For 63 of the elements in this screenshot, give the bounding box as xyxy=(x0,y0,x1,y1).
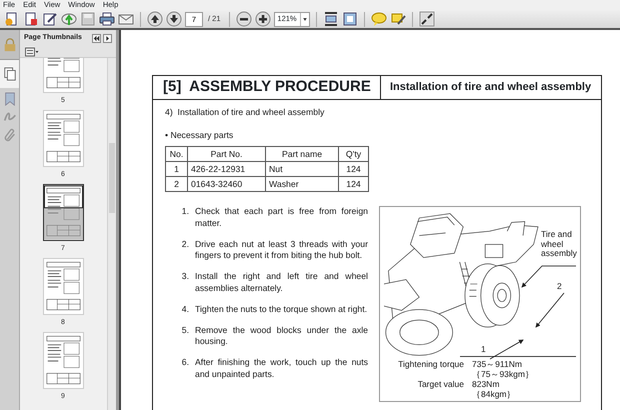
parts-label: • Necessary parts xyxy=(165,129,234,142)
step-number: 2. xyxy=(181,238,189,251)
table-cell: 124 xyxy=(338,162,368,177)
table-cell: 1 xyxy=(166,162,188,177)
table-cell: 124 xyxy=(338,176,368,192)
column-header: Part name xyxy=(266,146,338,162)
column-header: Q'ty xyxy=(338,146,368,162)
leader-line xyxy=(536,292,564,328)
section-title: [5] ASSEMBLY PROCEDURE xyxy=(153,76,381,99)
leader-line xyxy=(521,266,576,288)
next-page-icon[interactable] xyxy=(166,11,182,27)
step-text: Check that each part is free from foreign matter. xyxy=(195,206,368,230)
expand-icon[interactable] xyxy=(418,11,435,27)
table-cell: 2 xyxy=(166,176,188,192)
spec-value: ｛84kgm｝ xyxy=(472,389,516,400)
callout-label: 1 xyxy=(481,345,487,355)
cloud-upload-icon[interactable] xyxy=(61,11,77,27)
print-icon[interactable] xyxy=(99,11,115,27)
table-cell: Washer xyxy=(266,176,338,192)
previous-page-icon[interactable] xyxy=(147,11,163,27)
pages-icon[interactable] xyxy=(2,67,16,81)
highlight-comment-icon[interactable] xyxy=(390,11,406,27)
document-convert-icon[interactable] xyxy=(23,11,39,27)
step-text: After finishing the work, touch up the nuts and unpainted parts. xyxy=(195,357,368,380)
scrollbar[interactable] xyxy=(107,58,116,410)
fit-width-icon[interactable] xyxy=(342,11,358,27)
step-number: 3. xyxy=(181,271,189,284)
step-number: 6. xyxy=(181,357,189,370)
expand-panel-button[interactable] xyxy=(103,34,112,42)
step-text: Tighten the nuts to the torque shown at right. xyxy=(195,304,368,316)
step-text: Drive each nut at least 3 threads with your fingers to prevent it from biting the hub bolt. xyxy=(195,238,368,262)
table-cell: 426-22-12931 xyxy=(188,162,266,177)
leader-line xyxy=(490,340,524,360)
page-thumbnail[interactable] xyxy=(42,184,84,241)
paperclip-icon[interactable] xyxy=(2,128,16,142)
step-number: 4. xyxy=(181,304,189,316)
comment-icon[interactable] xyxy=(370,11,387,27)
spec-label: Tightening torque xyxy=(397,359,465,372)
step-number: 5. xyxy=(181,324,189,337)
dropdown-caret-icon[interactable] xyxy=(300,12,309,26)
options-menu-icon[interactable] xyxy=(25,46,39,56)
spec-value: 823Nm xyxy=(472,379,500,390)
zoom-out-icon[interactable] xyxy=(236,11,252,27)
table-cell: Nut xyxy=(266,162,338,177)
right-arrow-icon xyxy=(104,34,111,42)
spec-label: Target value xyxy=(416,379,465,392)
page-heading: Installation of tire and wheel assembly xyxy=(389,80,592,95)
fit-page-icon[interactable] xyxy=(322,11,339,27)
callout-label: 2 xyxy=(557,282,563,292)
callout-label: Tire and wheel assembly xyxy=(541,230,578,259)
subheading: 4) Installation of tire and wheel assembly xyxy=(165,106,326,119)
spec-value: 735～911Nm xyxy=(472,359,523,370)
step-text: Remove the wood blocks under the axle housing. xyxy=(195,324,368,348)
table-cell: 01643-32460 xyxy=(188,176,266,192)
step-text: Install the right and left tire and wheel assemblies alternately. xyxy=(195,271,368,294)
column-header: Part No. xyxy=(188,146,266,162)
step-number: 1. xyxy=(181,206,189,218)
collapse-panel-button[interactable] xyxy=(92,34,101,42)
column-header: No. xyxy=(166,146,188,162)
spec-value: ｛75～93kgm｝ xyxy=(472,369,534,380)
edit-document-icon[interactable] xyxy=(42,11,58,27)
double-left-arrow-icon xyxy=(93,34,100,42)
zoom-in-icon[interactable] xyxy=(254,11,271,27)
